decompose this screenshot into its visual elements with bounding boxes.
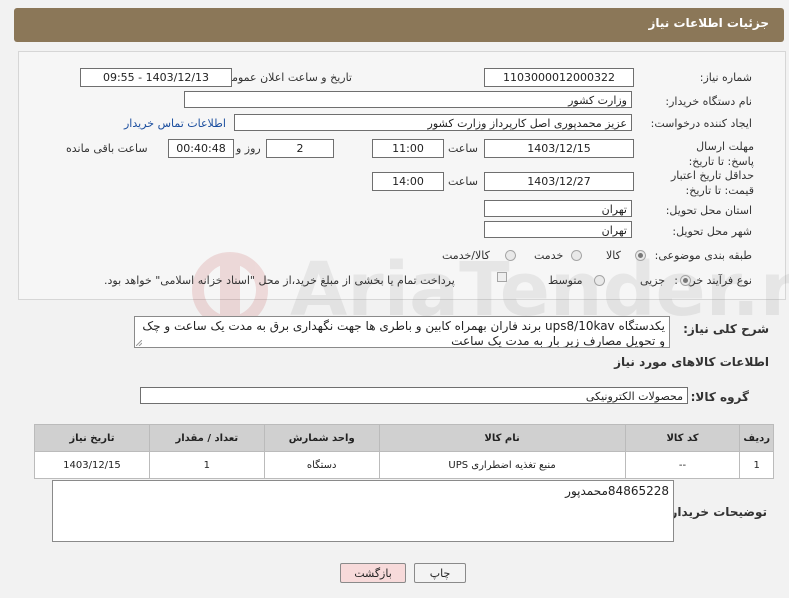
reply-deadline-days-field: 2 [266, 139, 334, 158]
cell-need-date: 1403/12/15 [34, 451, 150, 479]
city-field: تهران [484, 221, 632, 238]
reply-deadline-time-field: 11:00 [372, 139, 444, 158]
category-option-goods: کالا [606, 249, 621, 262]
resize-grip-icon [136, 340, 142, 346]
category-radio-goods[interactable] [635, 250, 646, 261]
category-option-goods-service: کالا/خدمت [442, 249, 490, 262]
buyer-notes-label: توضیحات خریدار: [665, 505, 767, 519]
purchase-option-medium: متوسط [548, 274, 583, 287]
buyer-notes-textarea: 84865228محمدپور [52, 480, 674, 542]
page-title: جزئیات اطلاعات نیاز [648, 16, 769, 30]
purchase-radio-medium[interactable] [594, 275, 605, 286]
goods-group-label: گروه کالا: [690, 390, 749, 404]
col-header-unit: واحد شمارش [263, 424, 380, 452]
requester-field: عزیز محمدپوری اصل کارپرداز وزارت کشور [234, 114, 632, 131]
col-header-row-number: ردیف [739, 424, 774, 452]
buyer-org-label: نام دستگاه خریدار: [665, 95, 752, 108]
category-option-service: خدمت [534, 249, 564, 262]
goods-section-title: اطلاعات کالاهای مورد نیاز [614, 355, 769, 369]
category-radio-service[interactable] [571, 250, 582, 261]
treasury-note: پرداخت تمام یا بخشی از مبلغ خرید،از محل … [104, 274, 455, 287]
col-header-code: کد کالا [624, 424, 741, 452]
announce-datetime-field: 1403/12/13 - 09:55 [80, 68, 232, 87]
buyer-contact-link[interactable]: اطلاعات تماس خریدار [124, 117, 226, 130]
price-validity-date-field: 1403/12/27 [484, 172, 634, 191]
col-header-need-date: تاریخ نیاز [34, 424, 150, 452]
cell-name: منبع تغذیه اضطراری UPS [378, 451, 626, 479]
cell-code: -- [624, 451, 741, 479]
purchase-radio-partial[interactable] [680, 275, 691, 286]
category-radio-goods-service[interactable] [505, 250, 516, 261]
col-header-quantity: تعداد / مقدار [148, 424, 265, 452]
cell-unit: دستگاه [263, 451, 380, 479]
treasury-checkbox[interactable] [497, 272, 507, 282]
reply-deadline-date-field: 1403/12/15 [484, 139, 634, 158]
cell-quantity: 1 [148, 451, 265, 479]
buyer-org-field: وزارت کشور [184, 91, 632, 108]
purchase-option-partial: جزیی [640, 274, 666, 287]
back-button[interactable]: بازگشت [340, 563, 406, 583]
need-number-field: 1103000012000322 [484, 68, 634, 87]
reply-deadline-time-label: ساعت [448, 142, 478, 155]
description-textarea: یکدستگاه ups8/10kav برند فاران بهمراه کا… [134, 316, 670, 348]
print-button[interactable]: چاپ [414, 563, 466, 583]
remaining-time-label: ساعت باقی مانده [66, 142, 148, 155]
province-label: استان محل تحویل: [665, 204, 752, 217]
requester-label: ایجاد کننده درخواست: [650, 117, 752, 130]
announce-datetime-label: تاریخ و ساعت اعلان عمومی: [219, 71, 352, 84]
col-header-name: نام کالا [378, 424, 626, 452]
category-label: طبقه بندی موضوعی: [654, 249, 752, 262]
table-row: 1 -- منبع تغذیه اضطراری UPS دستگاه 1 140… [34, 451, 774, 479]
description-label: شرح کلی نیاز: [683, 322, 769, 336]
goods-table: ردیف کد کالا نام کالا واحد شمارش تعداد /… [34, 424, 774, 479]
price-validity-time-label: ساعت [448, 175, 478, 188]
price-validity-time-field: 14:00 [372, 172, 444, 191]
cell-row-number: 1 [739, 451, 774, 479]
days-label: روز و [236, 142, 261, 155]
need-number-label: شماره نیاز: [699, 71, 752, 84]
province-field: تهران [484, 200, 632, 217]
goods-group-field: محصولات الکترونیکی [140, 387, 688, 404]
reply-deadline-label: مهلت ارسال پاسخ: تا تاریخ: [688, 140, 754, 168]
goods-table-header-row: ردیف کد کالا نام کالا واحد شمارش تعداد /… [34, 424, 774, 452]
price-validity-label: حداقل تاریخ اعتبار قیمت: تا تاریخ: [670, 169, 754, 197]
city-label: شهر محل تحویل: [672, 225, 752, 238]
remaining-time-field: 00:40:48 [168, 139, 234, 158]
